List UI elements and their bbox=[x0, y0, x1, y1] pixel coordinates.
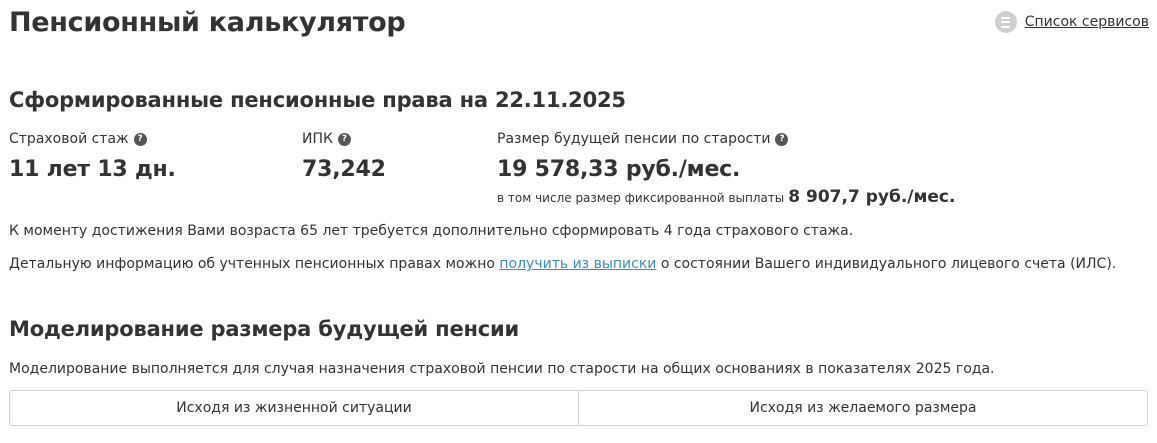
modeling-title: Моделирование размера будущей пенсии bbox=[9, 317, 520, 341]
modeling-tabs: Исходя из жизненной ситуации Исходя из ж… bbox=[9, 390, 1148, 426]
ipk-value: 73,242 bbox=[302, 157, 386, 182]
services-list-link[interactable]: Список сервисов bbox=[994, 11, 1149, 33]
future-pension-label: Размер будущей пенсии по старости bbox=[497, 131, 771, 147]
fixed-payment-value: 8 907,7 руб./мес. bbox=[788, 187, 956, 207]
page-title: Пенсионный калькулятор bbox=[9, 7, 406, 38]
tab-life-situation[interactable]: Исходя из жизненной ситуации bbox=[10, 391, 578, 425]
insurance-experience-value: 11 лет 13 дн. bbox=[9, 157, 176, 182]
future-pension-stat: Размер будущей пенсии по старости ? 19 5… bbox=[497, 129, 789, 185]
help-icon[interactable]: ? bbox=[133, 132, 147, 146]
tab-desired-amount[interactable]: Исходя из желаемого размера bbox=[578, 391, 1147, 425]
services-list-label[interactable]: Список сервисов bbox=[1025, 14, 1149, 30]
ipk-stat: ИПК ? 73,242 bbox=[302, 129, 386, 185]
requirement-text: К моменту достижения Вами возраста 65 ле… bbox=[9, 223, 854, 239]
details-text-after: о состоянии Вашего индивидуального лицев… bbox=[660, 256, 1117, 272]
pension-rights-title: Сформированные пенсионные права на 22.11… bbox=[9, 88, 626, 112]
help-icon[interactable]: ? bbox=[337, 132, 351, 146]
modeling-description: Моделирование выполняется для случая наз… bbox=[9, 361, 995, 377]
fixed-payment-label: в том числе размер фиксированной выплаты bbox=[497, 191, 785, 205]
insurance-experience-label: Страховой стаж bbox=[9, 131, 129, 147]
details-text-before: Детальную информацию об учтенных пенсион… bbox=[9, 256, 495, 272]
details-text: Детальную информацию об учтенных пенсион… bbox=[9, 254, 1116, 274]
ipk-label: ИПК bbox=[302, 131, 333, 147]
help-icon[interactable]: ? bbox=[775, 132, 789, 146]
list-icon bbox=[994, 11, 1017, 33]
statement-link[interactable]: получить из выписки bbox=[499, 256, 656, 272]
insurance-experience-stat: Страховой стаж ? 11 лет 13 дн. bbox=[9, 129, 176, 185]
fixed-payment-line: в том числе размер фиксированной выплаты… bbox=[497, 187, 955, 207]
future-pension-value: 19 578,33 руб./мес. bbox=[497, 157, 741, 182]
